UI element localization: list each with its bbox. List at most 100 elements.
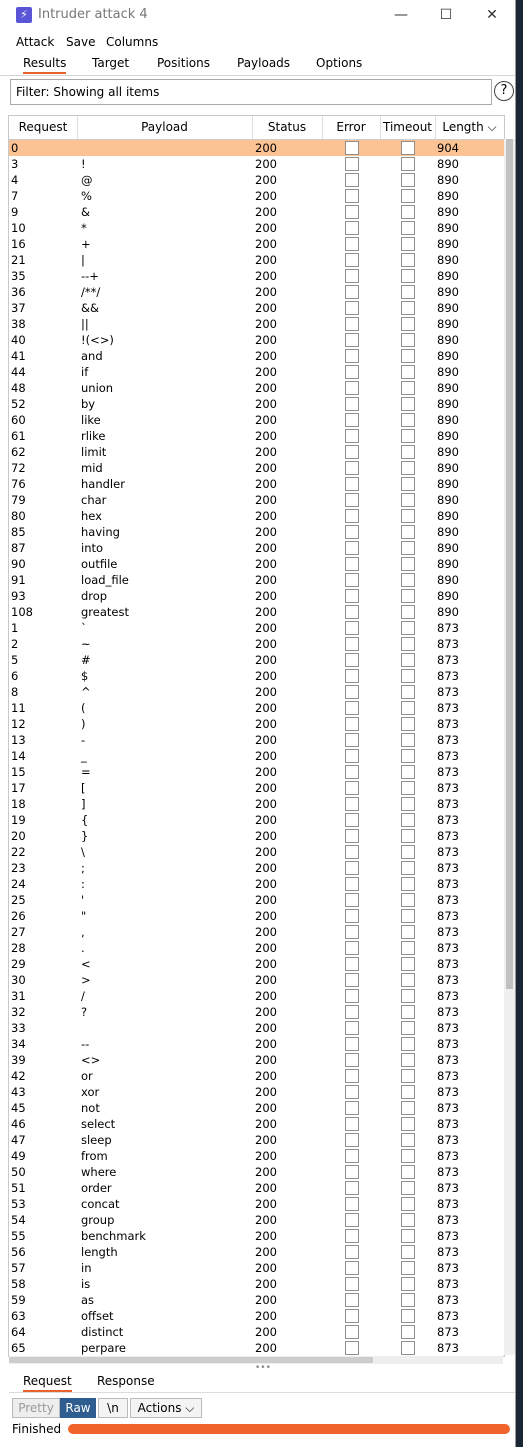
error-checkbox[interactable]	[345, 1037, 359, 1051]
timeout-checkbox[interactable]	[401, 717, 415, 731]
error-checkbox[interactable]	[345, 1181, 359, 1195]
vertical-scroll-thumb[interactable]	[506, 139, 513, 989]
error-checkbox[interactable]	[345, 893, 359, 907]
error-checkbox[interactable]	[345, 573, 359, 587]
timeout-checkbox[interactable]	[401, 509, 415, 523]
timeout-checkbox[interactable]	[401, 381, 415, 395]
table-row[interactable]: 28. 200 873	[9, 940, 504, 956]
timeout-checkbox[interactable]	[401, 1021, 415, 1035]
error-checkbox[interactable]	[345, 1293, 359, 1307]
table-row[interactable]: 62 limit 200 890	[9, 444, 504, 460]
error-checkbox[interactable]	[345, 413, 359, 427]
error-checkbox[interactable]	[345, 973, 359, 987]
table-row[interactable]: 29 <200 873	[9, 956, 504, 972]
error-checkbox[interactable]	[345, 1149, 359, 1163]
timeout-checkbox[interactable]	[401, 1101, 415, 1115]
table-row[interactable]: 32? 200 873	[9, 1004, 504, 1020]
error-checkbox[interactable]	[345, 957, 359, 971]
timeout-checkbox[interactable]	[401, 701, 415, 715]
timeout-checkbox[interactable]	[401, 685, 415, 699]
error-checkbox[interactable]	[345, 909, 359, 923]
error-checkbox[interactable]	[345, 557, 359, 571]
timeout-checkbox[interactable]	[401, 237, 415, 251]
help-icon[interactable]: ?	[494, 81, 514, 101]
timeout-checkbox[interactable]	[401, 621, 415, 635]
timeout-checkbox[interactable]	[401, 1341, 415, 1355]
timeout-checkbox[interactable]	[401, 1277, 415, 1291]
error-checkbox[interactable]	[345, 253, 359, 267]
column-header-timeout[interactable]: Timeout	[380, 116, 436, 139]
timeout-checkbox[interactable]	[401, 429, 415, 443]
column-header-payload[interactable]: Payload	[77, 116, 253, 139]
table-row[interactable]: 43 xor 200 873	[9, 1084, 504, 1100]
timeout-checkbox[interactable]	[401, 797, 415, 811]
timeout-checkbox[interactable]	[401, 1309, 415, 1323]
error-checkbox[interactable]	[345, 397, 359, 411]
error-checkbox[interactable]	[345, 1021, 359, 1035]
column-header-error[interactable]: Error	[322, 116, 381, 139]
error-checkbox[interactable]	[345, 1213, 359, 1227]
error-checkbox[interactable]	[345, 989, 359, 1003]
table-row[interactable]: 33 200 873	[9, 1020, 504, 1036]
table-row[interactable]: 11 (200 873	[9, 700, 504, 716]
table-row[interactable]: 37 && 200 890	[9, 300, 504, 316]
error-checkbox[interactable]	[345, 525, 359, 539]
error-checkbox[interactable]	[345, 861, 359, 875]
error-checkbox[interactable]	[345, 189, 359, 203]
error-checkbox[interactable]	[345, 1245, 359, 1259]
minimize-button[interactable]: —	[389, 4, 413, 26]
table-row[interactable]: 54 group 200 873	[9, 1212, 504, 1228]
error-checkbox[interactable]	[345, 1117, 359, 1131]
error-checkbox[interactable]	[345, 1053, 359, 1067]
error-checkbox[interactable]	[345, 1261, 359, 1275]
table-row[interactable]: 30 >200 873	[9, 972, 504, 988]
error-checkbox[interactable]	[345, 1005, 359, 1019]
table-row[interactable]: 55 benchmark 200 873	[9, 1228, 504, 1244]
timeout-checkbox[interactable]	[401, 877, 415, 891]
timeout-checkbox[interactable]	[401, 525, 415, 539]
error-checkbox[interactable]	[345, 365, 359, 379]
timeout-checkbox[interactable]	[401, 557, 415, 571]
table-row[interactable]: 15 = 200 873	[9, 764, 504, 780]
table-row[interactable]: 20} 200 873	[9, 828, 504, 844]
timeout-checkbox[interactable]	[401, 317, 415, 331]
timeout-checkbox[interactable]	[401, 1181, 415, 1195]
error-checkbox[interactable]	[345, 1325, 359, 1339]
error-checkbox[interactable]	[345, 621, 359, 635]
table-row[interactable]: 61 rlike 200 890	[9, 428, 504, 444]
error-checkbox[interactable]	[345, 285, 359, 299]
column-header-request[interactable]: Request	[9, 116, 78, 139]
timeout-checkbox[interactable]	[401, 1245, 415, 1259]
timeout-checkbox[interactable]	[401, 1069, 415, 1083]
table-row[interactable]: 22 \ 200 873	[9, 844, 504, 860]
table-row[interactable]: 7% 200 890	[9, 188, 504, 204]
timeout-checkbox[interactable]	[401, 477, 415, 491]
tab-target[interactable]: Target	[92, 56, 129, 70]
error-checkbox[interactable]	[345, 765, 359, 779]
timeout-checkbox[interactable]	[401, 781, 415, 795]
table-row[interactable]: 90 outfile 200 890	[9, 556, 504, 572]
error-checkbox[interactable]	[345, 1229, 359, 1243]
error-checkbox[interactable]	[345, 637, 359, 651]
error-checkbox[interactable]	[345, 349, 359, 363]
table-row[interactable]: 3! 200 890	[9, 156, 504, 172]
timeout-checkbox[interactable]	[401, 941, 415, 955]
table-row[interactable]: 108 greatest 200 890	[9, 604, 504, 620]
table-row[interactable]: 16 +200 890	[9, 236, 504, 252]
table-row[interactable]: 72 mid 200 890	[9, 460, 504, 476]
error-checkbox[interactable]	[345, 477, 359, 491]
timeout-checkbox[interactable]	[401, 1133, 415, 1147]
error-checkbox[interactable]	[345, 925, 359, 939]
table-row[interactable]: 2 ~200 873	[9, 636, 504, 652]
table-row[interactable]: 87 into 200 890	[9, 540, 504, 556]
timeout-checkbox[interactable]	[401, 285, 415, 299]
table-row[interactable]: 76 handler 200 890	[9, 476, 504, 492]
error-checkbox[interactable]	[345, 1133, 359, 1147]
error-checkbox[interactable]	[345, 797, 359, 811]
error-checkbox[interactable]	[345, 733, 359, 747]
table-row[interactable]: 65 perpare 200 873	[9, 1340, 504, 1356]
table-row[interactable]: 59 as 200 873	[9, 1292, 504, 1308]
error-checkbox[interactable]	[345, 877, 359, 891]
error-checkbox[interactable]	[345, 589, 359, 603]
error-checkbox[interactable]	[345, 205, 359, 219]
